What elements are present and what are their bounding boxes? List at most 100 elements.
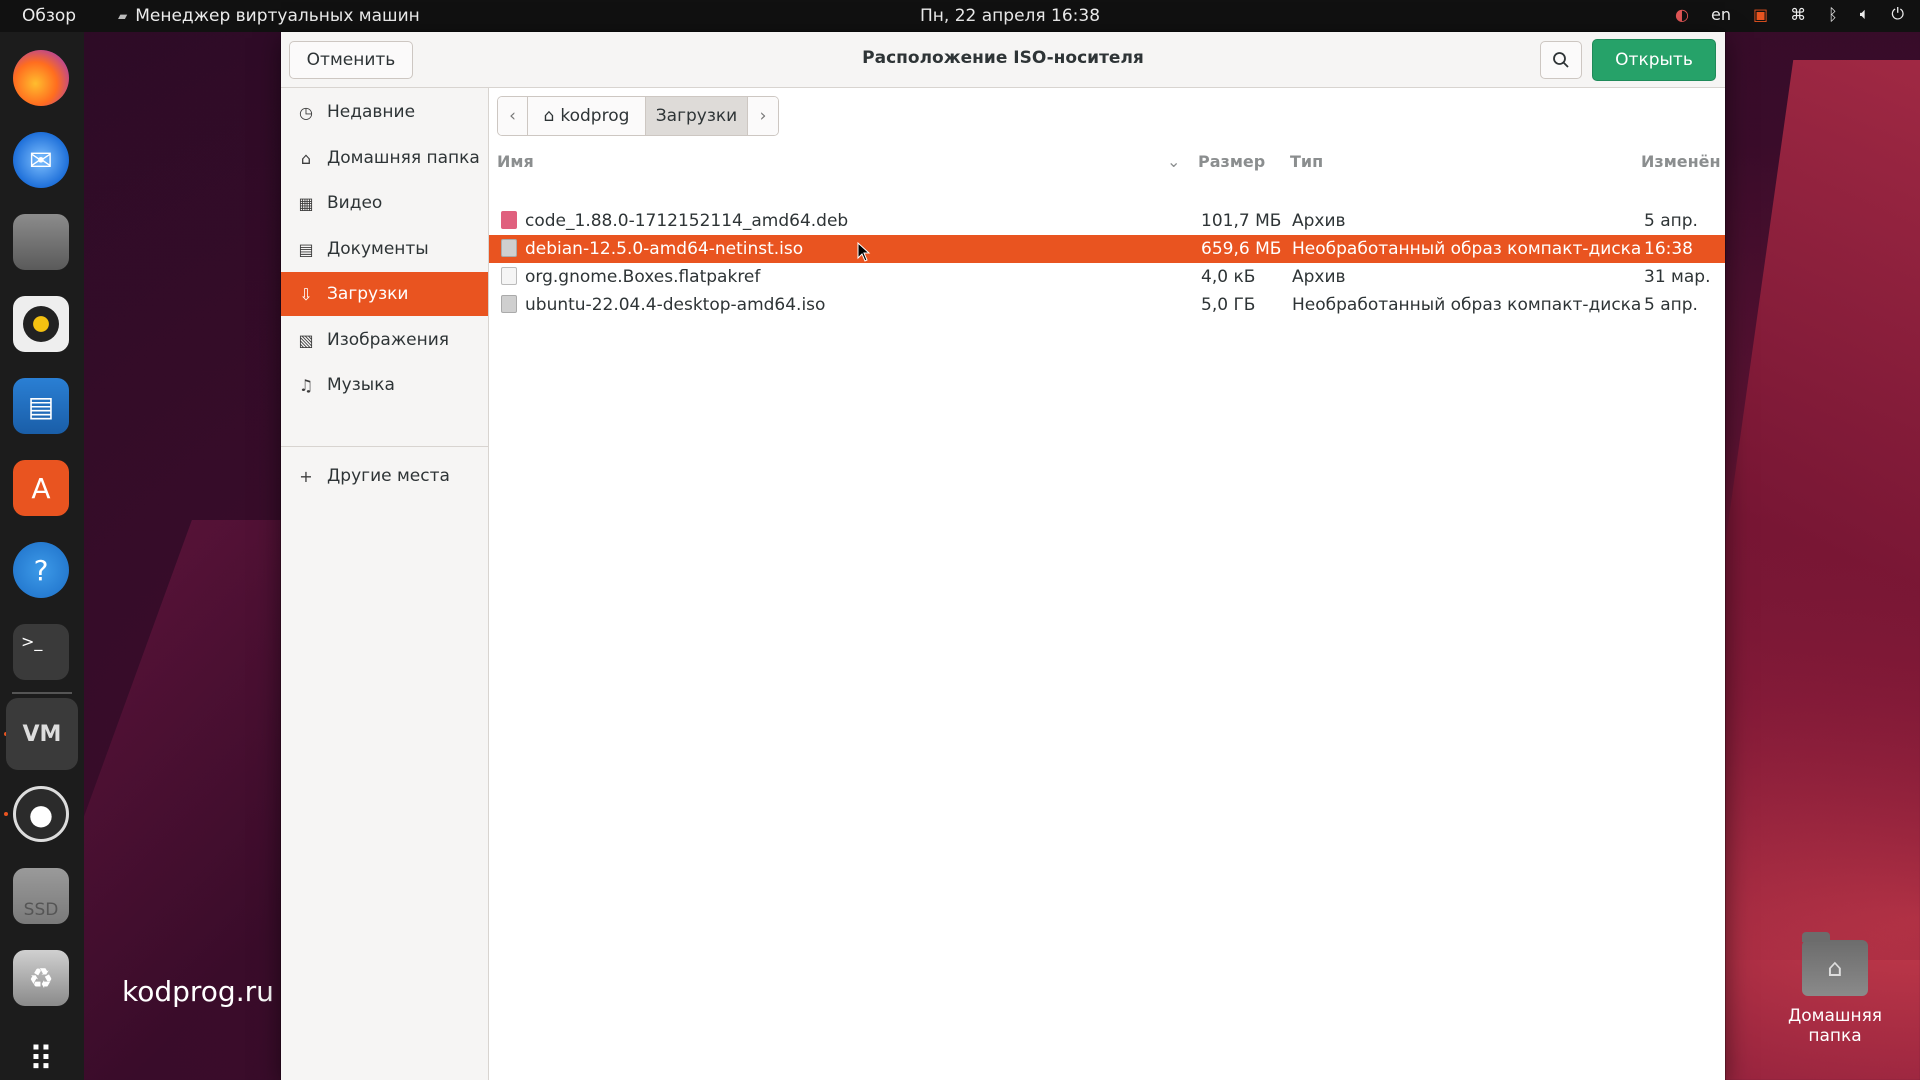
sidebar-item-label: Другие места [327,466,450,486]
obs-tray-icon[interactable]: ◐ [1675,5,1689,24]
file-modified: 31 мар. [1644,267,1711,287]
path-current-label: Загрузки [655,106,738,126]
sidebar-item-label: Музыка [327,375,395,395]
iso-file-icon [501,295,517,313]
watermark: kodprog.ru [122,975,274,1008]
help-icon[interactable]: ? [13,542,69,598]
system-tray: ◐ en ▣ ⌘ ᛒ 🔈︎ ⏻ [1675,4,1904,24]
mouse-cursor-icon [857,242,871,262]
top-bar: Обзор ▰ Менеджер виртуальных машин Пн, 2… [0,0,1920,32]
thunderbird-icon[interactable]: ✉ [13,132,69,188]
home-icon: ⌂ [300,148,312,168]
writer-icon[interactable]: ▤ [13,378,69,434]
image-icon: ▧ [298,330,314,350]
column-headers: Имя ⌄ Размер Тип Изменён [489,146,1725,176]
obs-icon[interactable]: ● [13,786,69,842]
path-back-button[interactable]: ‹ [498,97,528,135]
firefox-icon[interactable] [13,50,69,106]
volume-icon[interactable]: 🔈︎ [1860,4,1870,24]
sidebar-item-downloads[interactable]: ⇩ Загрузки [281,272,488,316]
search-icon [1553,52,1569,68]
network-icon[interactable]: ⌘ [1790,5,1806,24]
column-type[interactable]: Тип [1290,152,1323,171]
sidebar-item-music[interactable]: ♫ Музыка [281,363,488,407]
apps-grid-icon[interactable]: ⠿ [13,1032,69,1080]
file-name: debian-12.5.0-amd64-netinst.iso [525,239,804,259]
open-button[interactable]: Открыть [1592,39,1716,81]
file-modified: 16:38 [1644,239,1693,259]
dialog-header: Отменить Расположение ISO-носителя Откры… [281,32,1725,88]
screen-share-icon[interactable]: ▣ [1753,5,1768,24]
sidebar-item-label: Изображения [327,330,450,350]
path-home-button[interactable]: ⌂ kodprog [528,97,646,135]
document-icon: ▤ [298,239,314,259]
activities-button[interactable]: Обзор [22,6,76,26]
dock-separator [12,692,72,694]
file-chooser-dialog: Отменить Расположение ISO-носителя Откры… [281,32,1725,1080]
app-menu[interactable]: ▰ Менеджер виртуальных машин [118,6,420,26]
clock[interactable]: Пн, 22 апреля 16:38 [920,6,1100,26]
file-type: Архив [1292,211,1346,231]
file-type: Необработанный образ компакт-диска [1292,239,1642,259]
file-row-selected[interactable]: debian-12.5.0-amd64-netinst.iso 659,6 МБ… [489,235,1725,263]
file-modified: 5 апр. [1644,295,1698,315]
file-name: code_1.88.0-1712152114_amd64.deb [525,211,849,231]
app-center-icon[interactable]: A [13,460,69,516]
file-size: 5,0 ГБ [1201,295,1256,315]
file-type: Необработанный образ компакт-диска [1292,295,1642,315]
sidebar-item-home[interactable]: ⌂ Домашняя папка [281,136,488,180]
desktop-home-folder[interactable]: ⌂ Домашняя папка [1760,932,1910,1046]
terminal-icon[interactable]: >_ [13,624,69,680]
running-indicator [4,812,8,816]
search-button[interactable] [1540,41,1582,79]
file-size: 4,0 кБ [1201,267,1256,287]
file-row[interactable]: org.gnome.Boxes.flatpakref 4,0 кБ Архив … [489,263,1725,291]
clock-icon: ◷ [299,102,313,122]
trash-icon[interactable]: ♻ [13,950,69,1006]
bluetooth-icon[interactable]: ᛒ [1828,5,1838,24]
file-list-pane: ‹ ⌂ kodprog Загрузки › Имя ⌄ Размер Тип … [489,88,1725,1080]
files-icon[interactable] [13,214,69,270]
sidebar-item-other-locations[interactable]: + Другие места [281,454,488,498]
virt-manager-icon[interactable]: VM [6,698,78,770]
iso-file-icon [501,239,517,257]
file-type: Архив [1292,267,1346,287]
file-name: org.gnome.Boxes.flatpakref [525,267,761,287]
path-home-label: kodprog [560,106,630,126]
sidebar-item-pictures[interactable]: ▧ Изображения [281,318,488,362]
breadcrumb: ‹ ⌂ kodprog Загрузки › [497,96,779,136]
chevron-right-icon: › [759,106,767,126]
path-forward-button[interactable]: › [748,97,778,135]
chevron-left-icon: ‹ [509,106,516,126]
rhythmbox-icon[interactable] [13,296,69,352]
app-menu-label: Менеджер виртуальных машин [135,6,420,26]
file-row[interactable]: ubuntu-22.04.4-desktop-amd64.iso 5,0 ГБ … [489,291,1725,319]
text-file-icon [501,267,517,285]
music-icon: ♫ [298,375,314,395]
dialog-title: Расположение ISO-носителя [862,48,1144,68]
sidebar-item-label: Документы [327,239,429,259]
sidebar-separator [281,446,488,447]
sidebar-item-label: Видео [327,193,383,213]
download-icon: ⇩ [299,284,313,304]
dock: ✉ ▤ A ? >_ VM ● SSD ♻ ⠿ [0,32,84,1080]
path-current-button[interactable]: Загрузки [646,97,748,135]
sidebar-item-videos[interactable]: ▦ Видео [281,181,488,225]
ssd-icon[interactable]: SSD [13,868,69,924]
column-modified[interactable]: Изменён [1641,152,1721,171]
virt-manager-small-icon: ▰ [118,9,128,23]
sidebar-item-recent[interactable]: ◷ Недавние [281,90,488,134]
places-sidebar: ◷ Недавние ⌂ Домашняя папка ▦ Видео ▤ До… [281,88,489,1080]
column-size[interactable]: Размер [1198,152,1265,171]
file-row[interactable]: code_1.88.0-1712152114_amd64.deb 101,7 М… [489,207,1725,235]
home-folder-icon: ⌂ [1802,932,1868,996]
column-name[interactable]: Имя [497,152,534,171]
sidebar-item-documents[interactable]: ▤ Документы [281,227,488,271]
power-icon[interactable]: ⏻ [1891,4,1904,24]
desktop-home-label: Домашняя папка [1787,1006,1883,1046]
deb-file-icon [501,211,517,229]
keyboard-layout[interactable]: en [1711,5,1731,24]
home-icon: ⌂ [543,106,555,126]
sidebar-item-label: Загрузки [327,284,409,304]
sort-chevron-icon[interactable]: ⌄ [1167,152,1180,171]
